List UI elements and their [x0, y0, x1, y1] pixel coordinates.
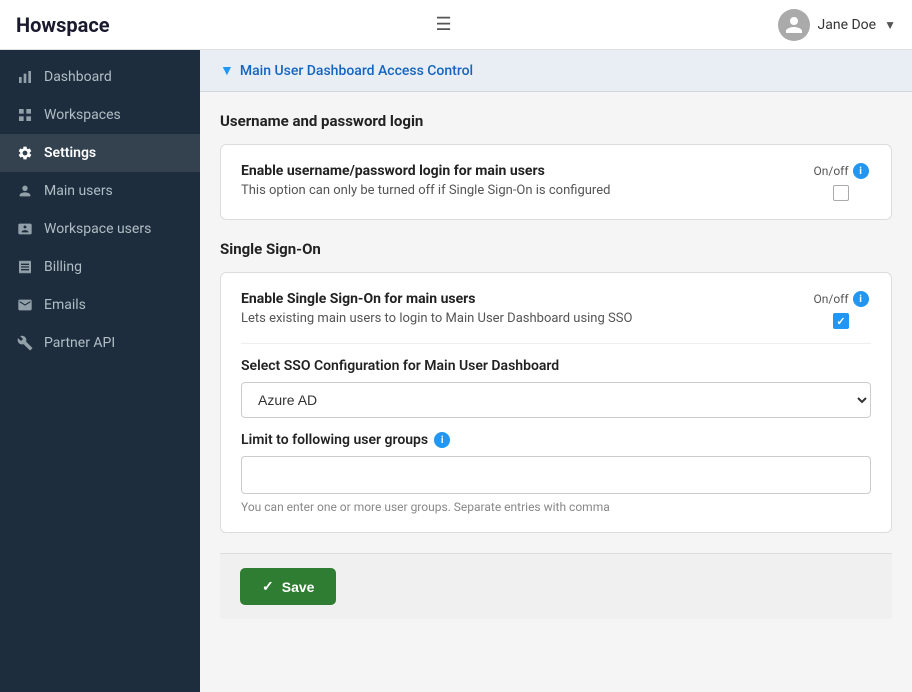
sidebar-label-partner-api: Partner API	[44, 335, 115, 351]
user-groups-group: Limit to following user groups i You can…	[241, 432, 871, 514]
username-password-toggle-row: Enable username/password login for main …	[241, 163, 871, 201]
save-button[interactable]: ✓ Save	[240, 568, 336, 605]
user-groups-info-icon[interactable]: i	[434, 432, 450, 448]
sidebar-item-billing[interactable]: Billing	[0, 248, 200, 286]
person-icon	[16, 182, 34, 200]
layout: Dashboard Workspaces Settings Main users	[0, 50, 912, 692]
user-groups-input[interactable]	[241, 456, 871, 494]
email-icon	[16, 296, 34, 314]
wrench-icon	[16, 334, 34, 352]
sso-enable-row: Enable Single Sign-On for main users Let…	[241, 291, 871, 329]
sso-title: Single Sign-On	[220, 240, 892, 258]
sidebar-label-dashboard: Dashboard	[44, 69, 112, 85]
sso-enable-checkbox[interactable]	[833, 313, 849, 329]
username-label: Jane Doe	[818, 17, 877, 33]
receipt-icon	[16, 258, 34, 276]
save-checkmark-icon: ✓	[262, 578, 274, 595]
sidebar-item-main-users[interactable]: Main users	[0, 172, 200, 210]
avatar	[778, 9, 810, 41]
sso-enable-label: Enable Single Sign-On for main users	[241, 291, 791, 307]
username-password-control: On/off i	[811, 163, 871, 201]
sso-onoff-label: On/off i	[813, 291, 868, 307]
sso-config-label: Select SSO Configuration for Main User D…	[241, 358, 871, 374]
sso-divider	[241, 343, 871, 344]
sidebar-label-emails: Emails	[44, 297, 86, 313]
chevron-down-icon: ▼	[220, 62, 234, 79]
sso-config-group: Select SSO Configuration for Main User D…	[241, 358, 871, 418]
username-password-title: Username and password login	[220, 112, 892, 130]
sidebar-item-settings[interactable]: Settings	[0, 134, 200, 172]
content-area: Username and password login Enable usern…	[200, 92, 912, 639]
topbar: Howspace ☰ Jane Doe ▼	[0, 0, 912, 50]
user-avatar-icon	[784, 15, 804, 35]
gear-icon	[16, 144, 34, 162]
user-menu[interactable]: Jane Doe ▼	[778, 9, 896, 41]
username-password-checkbox[interactable]	[833, 185, 849, 201]
username-password-info-icon[interactable]: i	[853, 163, 869, 179]
hamburger-icon[interactable]: ☰	[435, 14, 451, 35]
section-header-title: Main User Dashboard Access Control	[240, 63, 473, 79]
username-password-onoff: On/off i	[813, 163, 868, 179]
username-password-desc: This option can only be turned off if Si…	[241, 183, 791, 198]
sidebar-item-workspace-users[interactable]: Workspace users	[0, 210, 200, 248]
logo: Howspace	[16, 13, 110, 37]
user-caret-icon: ▼	[884, 18, 896, 32]
user-groups-hint: You can enter one or more user groups. S…	[241, 500, 871, 514]
section-header: ▼ Main User Dashboard Access Control	[200, 50, 912, 92]
username-password-label: Enable username/password login for main …	[241, 163, 791, 179]
save-bar: ✓ Save	[220, 553, 892, 619]
sidebar-item-partner-api[interactable]: Partner API	[0, 324, 200, 362]
sidebar-label-main-users: Main users	[44, 183, 113, 199]
sidebar-label-workspaces: Workspaces	[44, 107, 121, 123]
grid-icon	[16, 106, 34, 124]
username-password-card: Enable username/password login for main …	[220, 144, 892, 220]
sso-info-icon[interactable]: i	[853, 291, 869, 307]
sidebar-item-dashboard[interactable]: Dashboard	[0, 58, 200, 96]
chart-icon	[16, 68, 34, 86]
sidebar-label-settings: Settings	[44, 145, 96, 161]
sidebar-item-emails[interactable]: Emails	[0, 286, 200, 324]
sidebar-item-workspaces[interactable]: Workspaces	[0, 96, 200, 134]
main-content: ▼ Main User Dashboard Access Control Use…	[200, 50, 912, 692]
sso-config-select[interactable]: Azure AD Google Okta SAML	[241, 382, 871, 418]
sidebar-label-billing: Billing	[44, 259, 82, 275]
user-groups-label: Limit to following user groups i	[241, 432, 871, 448]
sso-card: Enable Single Sign-On for main users Let…	[220, 272, 892, 533]
username-password-content: Enable username/password login for main …	[241, 163, 791, 198]
sidebar-label-workspace-users: Workspace users	[44, 221, 151, 237]
sidebar: Dashboard Workspaces Settings Main users	[0, 50, 200, 692]
sso-enable-content: Enable Single Sign-On for main users Let…	[241, 291, 791, 326]
sso-enable-control: On/off i	[811, 291, 871, 329]
person-card-icon	[16, 220, 34, 238]
sso-enable-desc: Lets existing main users to login to Mai…	[241, 311, 791, 326]
